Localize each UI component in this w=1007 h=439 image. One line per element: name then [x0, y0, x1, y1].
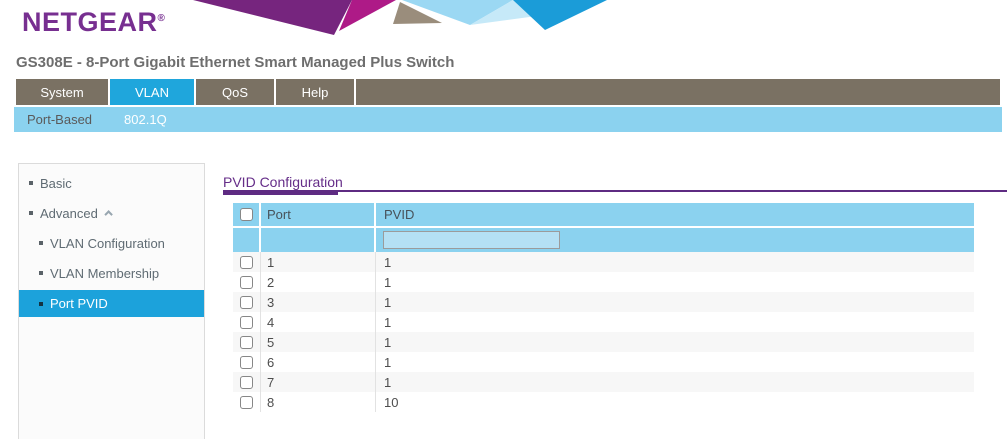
select-all-checkbox[interactable] — [240, 208, 253, 221]
table-row: 21 — [233, 272, 974, 292]
sidebar: Basic Advanced VLAN Configuration VLAN Memb… — [18, 163, 205, 439]
table-body: 11213141516171810 — [233, 252, 974, 412]
sidebar-item-vlan-configuration[interactable]: VLAN Configuration — [19, 228, 204, 258]
table-row: 31 — [233, 292, 974, 312]
row-checkbox[interactable] — [240, 356, 253, 369]
tab-qos[interactable]: QoS — [196, 79, 274, 105]
filter-checkbox-cell — [233, 228, 261, 252]
sidebar-item-label: Port PVID — [50, 296, 108, 311]
tab-system[interactable]: System — [16, 79, 108, 105]
heading-underline — [223, 190, 338, 195]
sidebar-item-advanced[interactable]: Advanced — [19, 198, 204, 228]
pvid-cell: 1 — [376, 292, 974, 312]
row-checkbox-cell — [233, 312, 261, 332]
registered-mark: ® — [158, 13, 166, 24]
header-checkbox-cell — [233, 203, 261, 226]
subnav-item-port-based[interactable]: Port-Based — [14, 112, 104, 127]
sidebar-item-label: VLAN Membership — [50, 266, 159, 281]
table-row: 61 — [233, 352, 974, 372]
port-cell: 2 — [261, 272, 376, 292]
port-cell: 8 — [261, 392, 376, 412]
table-row: 41 — [233, 312, 974, 332]
tab-help[interactable]: Help — [276, 79, 354, 105]
netgear-logo: NETGEAR® — [22, 7, 165, 38]
sidebar-item-vlan-membership[interactable]: VLAN Membership — [19, 258, 204, 288]
row-checkbox-cell — [233, 352, 261, 372]
pvid-cell: 1 — [376, 332, 974, 352]
bullet-icon — [39, 271, 43, 275]
port-cell: 5 — [261, 332, 376, 352]
table-row: 11 — [233, 252, 974, 272]
row-checkbox-cell — [233, 252, 261, 272]
sidebar-item-basic[interactable]: Basic — [19, 168, 204, 198]
pvid-cell: 10 — [376, 392, 974, 412]
table-row: 71 — [233, 372, 974, 392]
sidebar-item-label: Advanced — [40, 206, 98, 221]
row-checkbox-cell — [233, 372, 261, 392]
row-checkbox-cell — [233, 272, 261, 292]
chevron-up-icon — [104, 210, 112, 218]
row-checkbox[interactable] — [240, 296, 253, 309]
heading-rule — [223, 190, 1007, 192]
filter-pvid-cell — [376, 228, 974, 252]
main-nav: SystemVLANQoSHelp — [16, 79, 1000, 105]
sidebar-item-label: VLAN Configuration — [50, 236, 165, 251]
tab-vlan[interactable]: VLAN — [110, 79, 194, 105]
bullet-icon — [39, 302, 43, 306]
filter-port-cell — [261, 228, 376, 252]
bullet-icon — [29, 211, 33, 215]
logo-text: NETGEAR — [22, 7, 158, 37]
row-checkbox-cell — [233, 332, 261, 352]
page-title: GS308E - 8-Port Gigabit Ethernet Smart M… — [16, 54, 454, 71]
sub-nav: Port-Based802.1Q — [14, 107, 1002, 132]
banner-graphic — [180, 0, 610, 36]
row-checkbox[interactable] — [240, 336, 253, 349]
port-cell: 4 — [261, 312, 376, 332]
sidebar-item-port-pvid[interactable]: Port PVID — [19, 290, 204, 317]
bullet-icon — [39, 241, 43, 245]
port-cell: 7 — [261, 372, 376, 392]
row-checkbox[interactable] — [240, 376, 253, 389]
section-heading: PVID Configuration — [223, 174, 343, 190]
row-checkbox[interactable] — [240, 316, 253, 329]
row-checkbox[interactable] — [240, 256, 253, 269]
bullet-icon — [29, 181, 33, 185]
pvid-cell: 1 — [376, 312, 974, 332]
port-cell: 1 — [261, 252, 376, 272]
pvid-cell: 1 — [376, 352, 974, 372]
table-header-row: Port PVID — [233, 203, 974, 228]
column-header-pvid: PVID — [376, 203, 974, 226]
sidebar-item-label: Basic — [40, 176, 72, 191]
pvid-table: Port PVID 11213141516171810 — [233, 203, 974, 412]
port-cell: 3 — [261, 292, 376, 312]
pvid-cell: 1 — [376, 272, 974, 292]
row-checkbox-cell — [233, 392, 261, 412]
pvid-cell: 1 — [376, 372, 974, 392]
column-header-port: Port — [261, 203, 376, 226]
row-checkbox[interactable] — [240, 396, 253, 409]
table-row: 810 — [233, 392, 974, 412]
pvid-filter-input[interactable] — [383, 231, 560, 249]
row-checkbox-cell — [233, 292, 261, 312]
port-cell: 6 — [261, 352, 376, 372]
subnav-item-802-1q[interactable]: 802.1Q — [104, 112, 179, 127]
pvid-cell: 1 — [376, 252, 974, 272]
row-checkbox[interactable] — [240, 276, 253, 289]
table-row: 51 — [233, 332, 974, 352]
table-filter-row — [233, 228, 974, 252]
tabbar-filler — [356, 79, 1000, 105]
page: NETGEAR® GS308E - 8-Port Gigabit Etherne… — [0, 0, 1007, 439]
